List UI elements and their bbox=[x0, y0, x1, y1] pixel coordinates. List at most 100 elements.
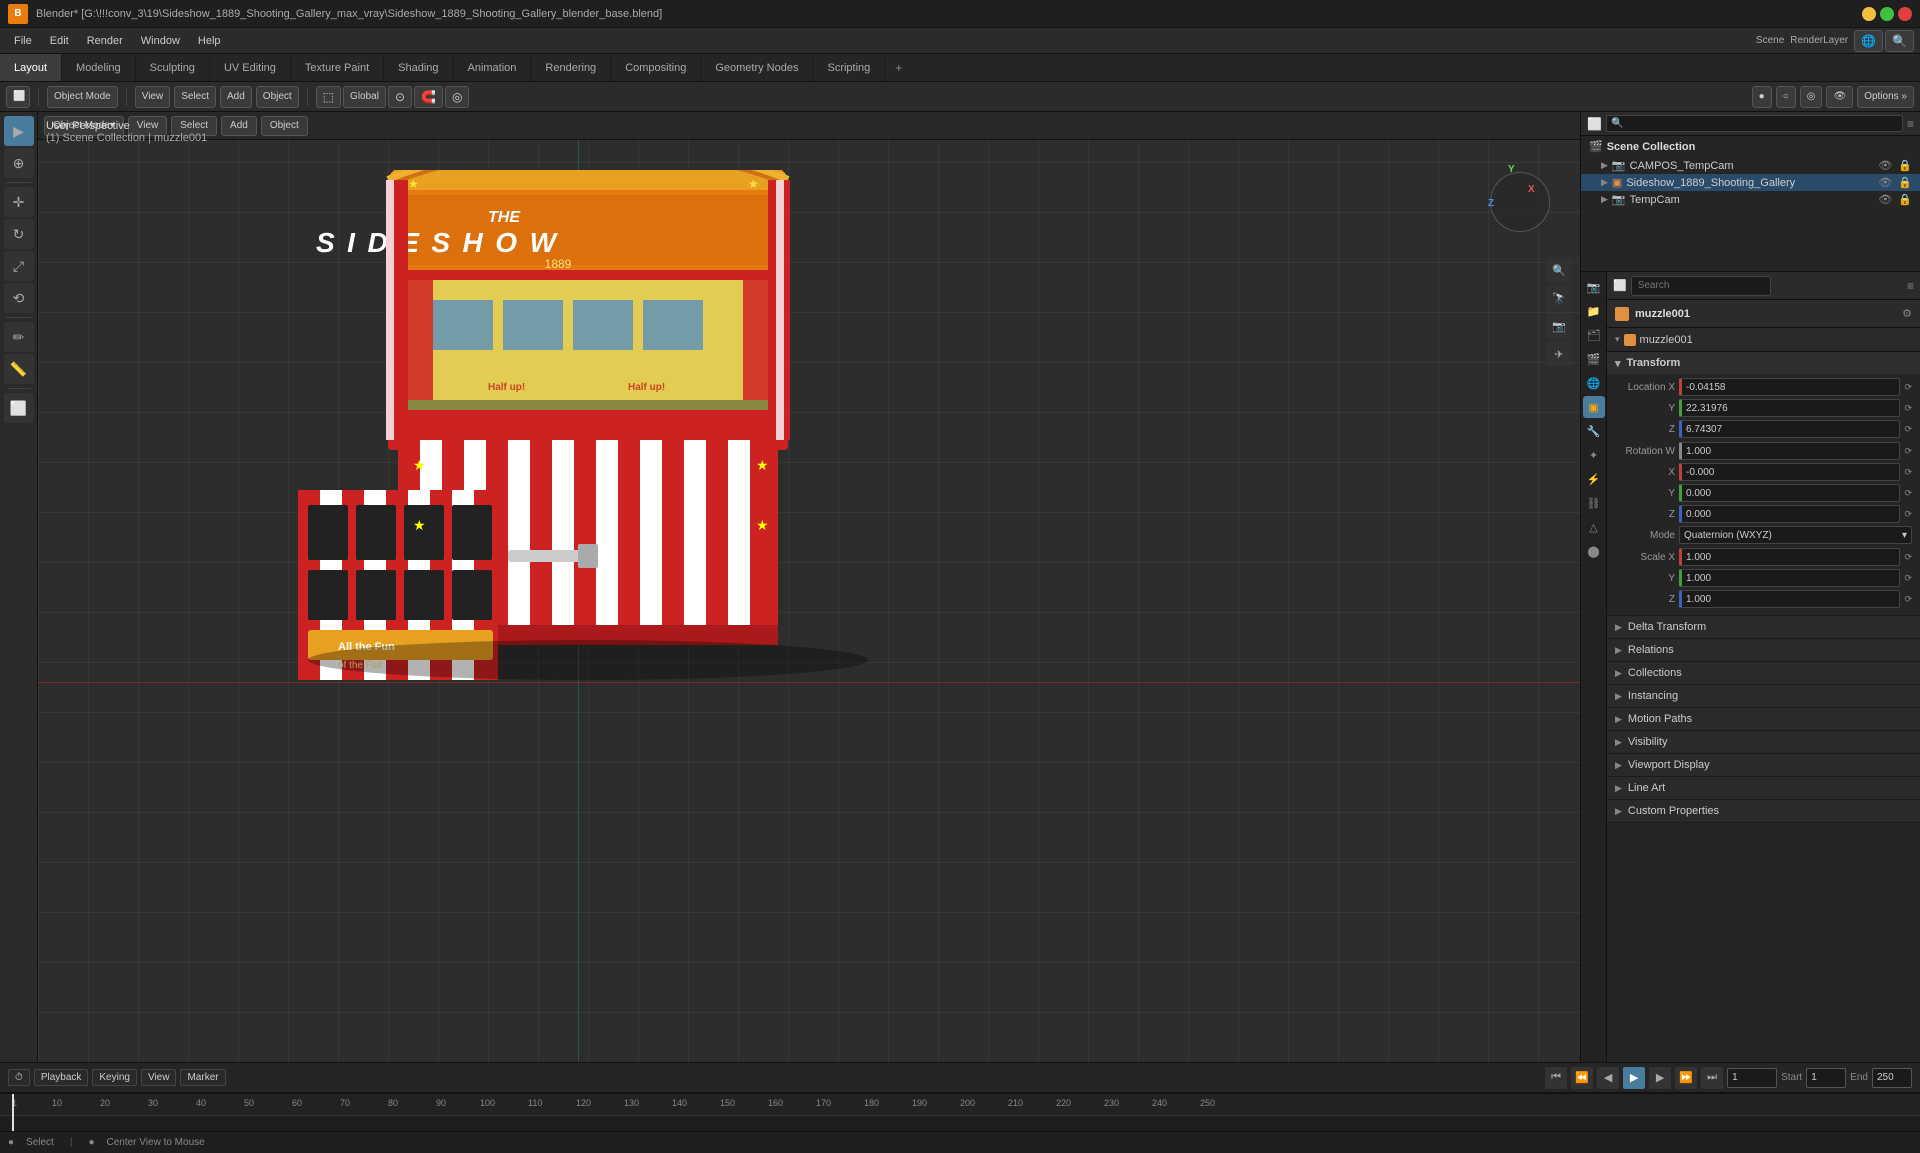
step-forward-btn[interactable]: ▶ bbox=[1649, 1067, 1671, 1089]
step-back-btn[interactable]: ◀ bbox=[1597, 1067, 1619, 1089]
sideshow-eye-icon[interactable]: 👁 bbox=[1878, 176, 1892, 189]
tool-scale[interactable]: ⤢ bbox=[4, 251, 34, 281]
blender-online-icon[interactable]: 🌐 bbox=[1854, 30, 1883, 52]
global-transform-btn[interactable]: Global bbox=[343, 86, 386, 108]
menu-file[interactable]: File bbox=[6, 33, 40, 49]
close-button[interactable] bbox=[1898, 7, 1912, 21]
visibility-header[interactable]: ▶ Visibility bbox=[1607, 731, 1920, 753]
tool-rotate[interactable]: ↻ bbox=[4, 219, 34, 249]
prop-physics-icon[interactable]: ⚡ bbox=[1583, 468, 1605, 490]
menu-window[interactable]: Window bbox=[133, 33, 188, 49]
prop-material-icon[interactable]: ⬤ bbox=[1583, 540, 1605, 562]
jump-start-btn[interactable]: ⏮ bbox=[1545, 1067, 1567, 1089]
tl-marker-menu[interactable]: Marker bbox=[180, 1069, 225, 1086]
location-x-field[interactable]: -0.04158 bbox=[1679, 378, 1900, 396]
navigation-gizmo[interactable]: X Y Z bbox=[1480, 162, 1560, 242]
prop-obj-settings-icon[interactable]: ⚙ bbox=[1902, 307, 1912, 320]
scale-z-reset[interactable]: ⟳ bbox=[1904, 594, 1912, 605]
outliner-item-sideshow[interactable]: ▶ ▣ Sideshow_1889_Shooting_Gallery 👁 🔒 bbox=[1581, 174, 1920, 191]
location-z-reset[interactable]: ⟳ bbox=[1904, 424, 1912, 435]
viewport-display-header[interactable]: ▶ Viewport Display bbox=[1607, 754, 1920, 776]
line-art-header[interactable]: ▶ Line Art bbox=[1607, 777, 1920, 799]
viewport-shading-render[interactable]: ◎ bbox=[1800, 86, 1823, 108]
tab-uv-editing[interactable]: UV Editing bbox=[210, 54, 291, 81]
tool-add-cube[interactable]: ⬜ bbox=[4, 393, 34, 423]
search-global-btn[interactable]: 🔍 bbox=[1885, 30, 1914, 52]
props-search-input[interactable] bbox=[1631, 276, 1771, 296]
prop-constraints-icon[interactable]: ⛓ bbox=[1583, 492, 1605, 514]
rotation-z-reset[interactable]: ⟳ bbox=[1904, 509, 1912, 520]
rotation-x-reset[interactable]: ⟳ bbox=[1904, 467, 1912, 478]
scale-y-reset[interactable]: ⟳ bbox=[1904, 573, 1912, 584]
outliner-filter-icon[interactable]: ≡ bbox=[1907, 117, 1914, 131]
transform-section-header[interactable]: ▾ Transform bbox=[1607, 352, 1920, 374]
instancing-header[interactable]: ▶ Instancing bbox=[1607, 685, 1920, 707]
prop-output-icon[interactable]: 📁 bbox=[1583, 300, 1605, 322]
campos-lock-icon[interactable]: 🔒 bbox=[1898, 159, 1912, 172]
tool-annotate[interactable]: ✏ bbox=[4, 322, 34, 352]
tempcam-eye-icon[interactable]: 👁 bbox=[1878, 193, 1892, 206]
prop-view-layer-icon[interactable]: 🗂 bbox=[1583, 324, 1605, 346]
vp-object-btn[interactable]: Object bbox=[261, 116, 308, 136]
menu-render[interactable]: Render bbox=[79, 33, 131, 49]
view-menu-btn[interactable]: View bbox=[135, 86, 171, 108]
play-btn[interactable]: ▶ bbox=[1623, 1067, 1645, 1089]
zoom-in-btn[interactable]: 🔍 bbox=[1546, 257, 1572, 283]
select-menu-btn[interactable]: Select bbox=[174, 86, 216, 108]
location-x-reset[interactable]: ⟳ bbox=[1904, 382, 1912, 393]
tab-scripting[interactable]: Scripting bbox=[813, 54, 885, 81]
sideshow-lock-icon[interactable]: 🔒 bbox=[1898, 176, 1912, 189]
location-y-field[interactable]: 22.31976 bbox=[1679, 399, 1900, 417]
relations-header[interactable]: ▶ Relations bbox=[1607, 639, 1920, 661]
add-menu-btn[interactable]: Add bbox=[220, 86, 252, 108]
tab-modeling[interactable]: Modeling bbox=[62, 54, 136, 81]
rotation-mode-dropdown[interactable]: Quaternion (WXYZ) ▾ bbox=[1679, 526, 1912, 544]
vp-add-btn[interactable]: Add bbox=[221, 116, 257, 136]
prop-data-icon[interactable]: △ bbox=[1583, 516, 1605, 538]
prop-modifier-icon[interactable]: 🔧 bbox=[1583, 420, 1605, 442]
location-y-reset[interactable]: ⟳ bbox=[1904, 403, 1912, 414]
vp-mode-dropdown[interactable]: Object Mode ▾ bbox=[44, 116, 124, 136]
outliner-item-campos[interactable]: ▶ 📷 CAMPOS_TempCam 👁 🔒 bbox=[1581, 157, 1920, 174]
viewport-overlays-btn[interactable]: 👁 bbox=[1826, 86, 1853, 108]
maximize-button[interactable] bbox=[1880, 7, 1894, 21]
transform-gizmos-btn[interactable]: ⬚ bbox=[316, 86, 341, 108]
zoom-out-btn[interactable]: 🔭 bbox=[1546, 285, 1572, 311]
start-frame-input[interactable] bbox=[1806, 1068, 1846, 1088]
timeline-ruler[interactable]: 1 10 20 30 40 50 60 70 80 90 100 110 120… bbox=[0, 1093, 1920, 1131]
tool-move[interactable]: ✛ bbox=[4, 187, 34, 217]
tab-animation[interactable]: Animation bbox=[454, 54, 532, 81]
tempcam-lock-icon[interactable]: 🔒 bbox=[1898, 193, 1912, 206]
tab-shading[interactable]: Shading bbox=[384, 54, 453, 81]
viewport-shading-solid[interactable]: ● bbox=[1752, 86, 1772, 108]
tl-playback-menu[interactable]: Playback bbox=[34, 1069, 89, 1086]
next-keyframe-btn[interactable]: ⏩ bbox=[1675, 1067, 1697, 1089]
rotation-w-field[interactable]: 1.000 bbox=[1679, 442, 1900, 460]
current-frame-input[interactable] bbox=[1727, 1068, 1777, 1088]
tool-select[interactable]: ▶ bbox=[4, 116, 34, 146]
scale-x-reset[interactable]: ⟳ bbox=[1904, 552, 1912, 563]
object-menu-btn[interactable]: Object bbox=[256, 86, 299, 108]
tab-compositing[interactable]: Compositing bbox=[611, 54, 701, 81]
tool-transform[interactable]: ⟲ bbox=[4, 283, 34, 313]
location-z-field[interactable]: 6.74307 bbox=[1679, 420, 1900, 438]
tab-rendering[interactable]: Rendering bbox=[531, 54, 611, 81]
tab-texture-paint[interactable]: Texture Paint bbox=[291, 54, 384, 81]
viewport-shading-wire[interactable]: ○ bbox=[1776, 86, 1796, 108]
prop-particles-icon[interactable]: ✦ bbox=[1583, 444, 1605, 466]
rotation-y-field[interactable]: 0.000 bbox=[1679, 484, 1900, 502]
tool-measure[interactable]: 📏 bbox=[4, 354, 34, 384]
tab-sculpting[interactable]: Sculpting bbox=[136, 54, 210, 81]
outliner-item-tempcam[interactable]: ▶ 📷 TempCam 👁 🔒 bbox=[1581, 191, 1920, 208]
add-workspace-button[interactable]: + bbox=[885, 57, 912, 79]
menu-edit[interactable]: Edit bbox=[42, 33, 77, 49]
tl-keying-menu[interactable]: Keying bbox=[92, 1069, 137, 1086]
viewport-3d[interactable]: Object Mode ▾ View Select Add Object Use… bbox=[38, 112, 1580, 1062]
tab-layout[interactable]: Layout bbox=[0, 54, 62, 81]
flythrough-btn[interactable]: ✈ bbox=[1546, 341, 1572, 367]
custom-properties-header[interactable]: ▶ Custom Properties bbox=[1607, 800, 1920, 822]
delta-transform-header[interactable]: ▶ Delta Transform bbox=[1607, 616, 1920, 638]
editor-type-button[interactable]: ⬜ bbox=[6, 86, 30, 108]
menu-help[interactable]: Help bbox=[190, 33, 229, 49]
rotation-w-reset[interactable]: ⟳ bbox=[1904, 446, 1912, 457]
